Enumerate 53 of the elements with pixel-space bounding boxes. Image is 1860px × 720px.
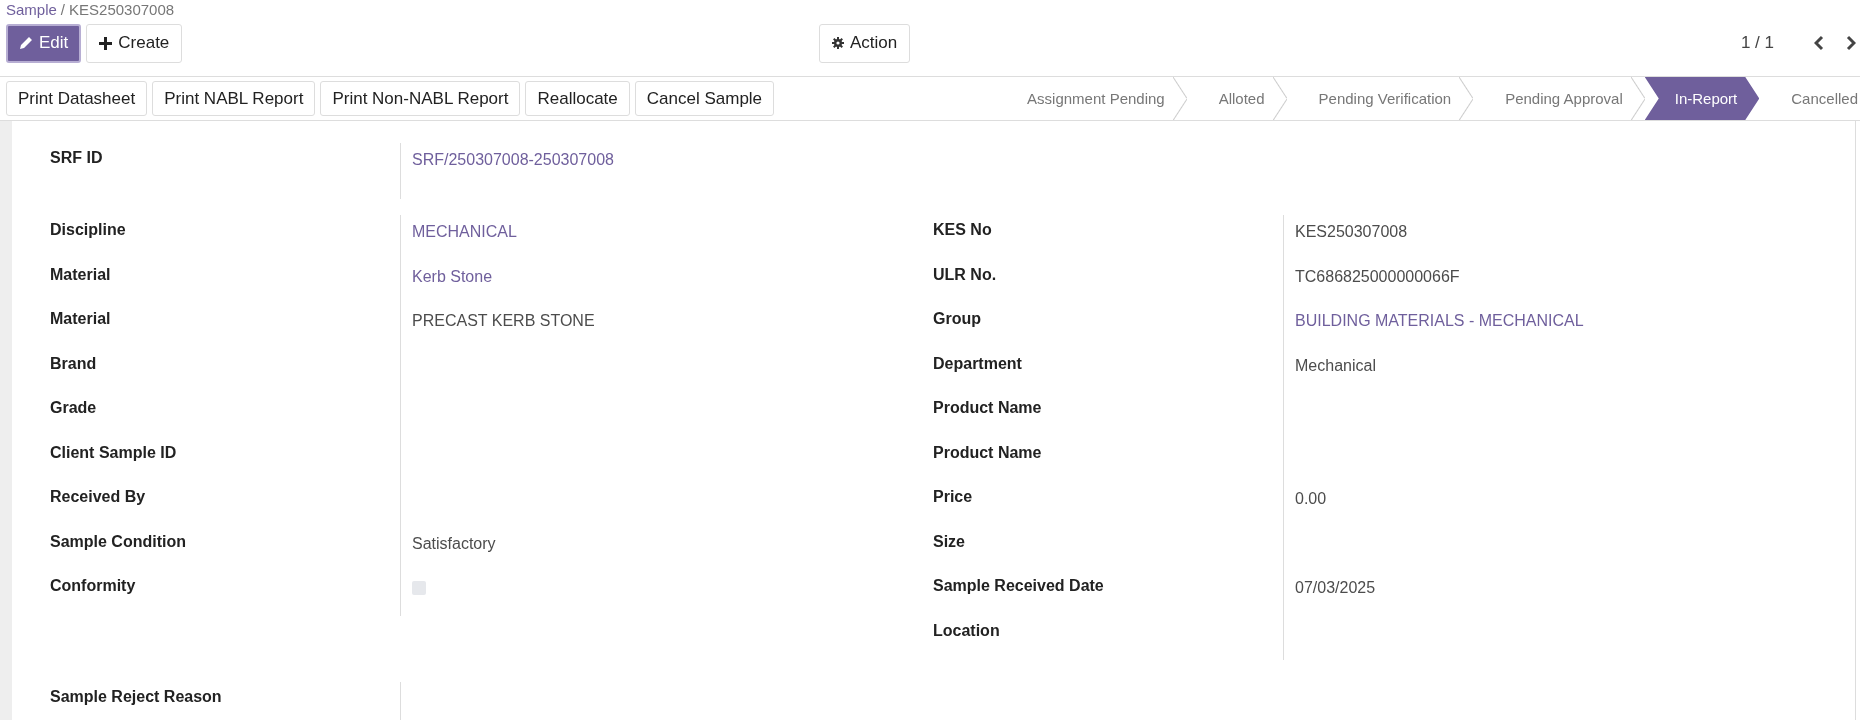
field-label: Conformity	[50, 577, 136, 594]
header-button[interactable]: Reallocate	[525, 81, 630, 116]
plus-icon	[99, 36, 113, 50]
breadcrumb-separator: /	[60, 2, 66, 18]
field-label: Client Sample ID	[50, 443, 177, 461]
pencil-icon	[19, 36, 33, 50]
field-value: 0.00	[1295, 490, 1327, 507]
field-label: Sample Received Date	[933, 577, 1104, 594]
field-link[interactable]: Kerb Stone	[412, 267, 493, 285]
field-label: ULR No.	[933, 265, 997, 283]
field-label: KES No	[933, 221, 992, 238]
field-label: Price	[933, 488, 973, 505]
field-value: TC686825000000066F	[1295, 267, 1460, 285]
previous-button[interactable]	[1812, 35, 1826, 51]
status-stage[interactable]: In-Report	[1644, 77, 1760, 120]
create-button[interactable]: Create	[86, 23, 183, 63]
header-button[interactable]: Cancel Sample	[634, 81, 775, 116]
field-value: Satisfactory	[412, 534, 496, 552]
field-label: Department	[933, 354, 1022, 372]
field-label: Discipline	[50, 221, 126, 238]
field-link[interactable]: BUILDING MATERIALS - MECHANICAL	[1295, 312, 1584, 329]
edit-button[interactable]: Edit	[6, 23, 82, 63]
field-label: Sample Reject Reason	[50, 688, 222, 705]
field-value: PRECAST KERB STONE	[412, 312, 595, 329]
action-button[interactable]: Action	[819, 23, 911, 63]
checkbox[interactable]	[412, 581, 426, 595]
field-label: Product Name	[933, 443, 1042, 461]
field-label: Grade	[50, 399, 97, 416]
field-label: Material	[50, 265, 111, 283]
breadcrumb-current: KES250307008	[69, 2, 175, 18]
field-label: Sample Condition	[50, 532, 186, 550]
field-value: KES250307008	[1295, 223, 1408, 240]
field-link[interactable]: SRF/250307008-250307008	[412, 151, 614, 168]
field-label: Product Name	[933, 399, 1042, 416]
field-label: Brand	[50, 354, 97, 372]
header-button[interactable]: Print NABL Report	[152, 81, 316, 116]
next-button[interactable]	[1844, 35, 1858, 51]
gear-icon	[832, 37, 844, 49]
header-button[interactable]: Print Datasheet	[6, 81, 148, 116]
pager-counter: 1 / 1	[1740, 33, 1774, 53]
field-label: Material	[50, 310, 111, 327]
field-label: Location	[933, 621, 1000, 639]
field-link[interactable]: MECHANICAL	[412, 223, 517, 240]
breadcrumb-link[interactable]: Sample	[6, 2, 57, 18]
chevron-left-icon	[1814, 35, 1824, 51]
field-value: 07/03/2025	[1295, 579, 1376, 596]
field-value: Mechanical	[1295, 356, 1376, 374]
field-label: SRF ID	[50, 149, 103, 166]
field-label: Received By	[50, 488, 146, 505]
field-label: Size	[933, 532, 965, 550]
header-button[interactable]: Print Non-NABL Report	[320, 81, 521, 116]
field-label: Group	[933, 310, 981, 327]
chevron-right-icon	[1846, 35, 1856, 51]
